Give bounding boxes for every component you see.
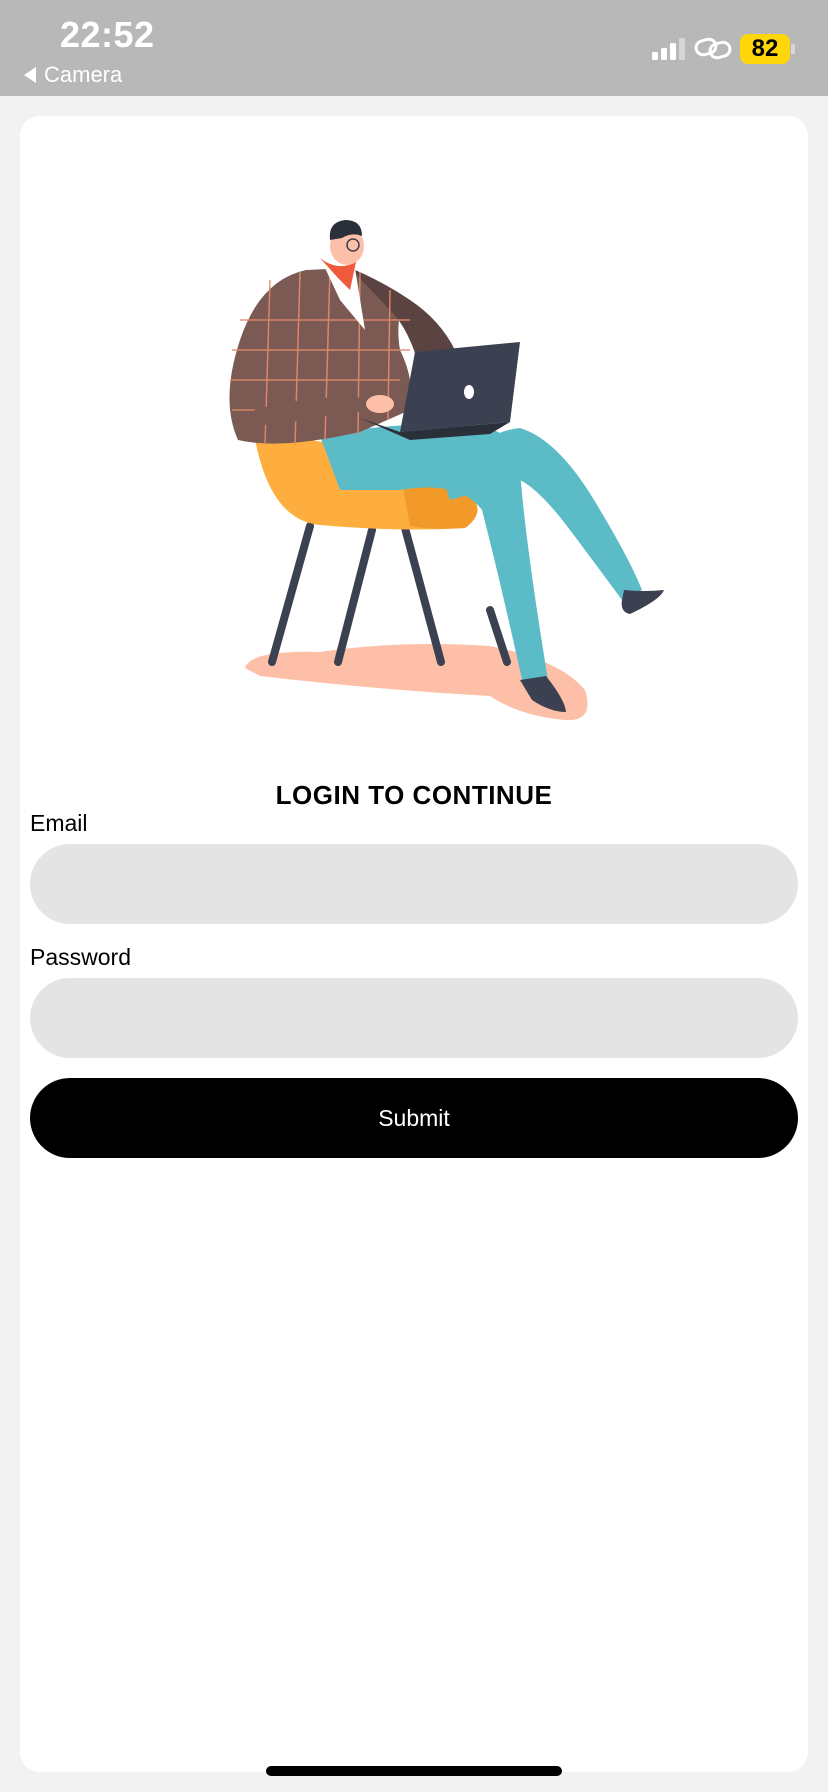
email-label: Email [30, 810, 88, 836]
status-time: 22:52 [60, 14, 155, 55]
submit-button[interactable]: Submit [30, 1078, 798, 1158]
status-bar: 22:52 Camera 82 [0, 0, 828, 96]
home-indicator[interactable] [266, 1766, 562, 1776]
back-arrow-icon [24, 67, 36, 83]
back-to-camera-link[interactable]: Camera [24, 62, 122, 88]
battery-nub [791, 44, 795, 54]
back-link-label: Camera [44, 62, 123, 87]
person-with-laptop-illustration [229, 220, 664, 721]
battery-level: 82 [751, 35, 779, 62]
battery-icon: 82 [740, 34, 790, 64]
login-title: LOGIN TO CONTINUE [275, 780, 553, 810]
link-icon [694, 37, 732, 60]
password-field[interactable] [30, 978, 798, 1058]
password-label: Password [30, 944, 131, 970]
login-card: LOGIN TO CONTINUE Email Password Submit [20, 116, 808, 1772]
email-field[interactable] [30, 844, 798, 924]
signal-icon [652, 38, 685, 60]
